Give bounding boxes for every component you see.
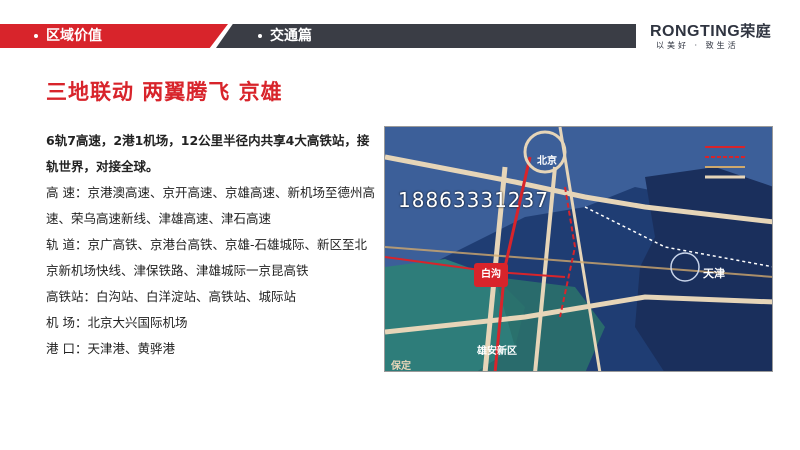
map-label-beijing: 北京 xyxy=(537,156,557,167)
map-graphic xyxy=(385,127,772,371)
line-highways: 高 速：京港澳高速、京开高速、京雄高速、新机场至德州高速、荣乌高速新线、津雄高速… xyxy=(46,185,375,226)
line-ports: 港 口：天津港、黄骅港 xyxy=(46,341,175,356)
map-label-xiongan: 雄安新区 xyxy=(477,346,517,357)
header-section: 区域价值 xyxy=(34,26,102,46)
map-label-baigou: 白沟 xyxy=(474,263,508,287)
brand-name-cn: 荣庭 xyxy=(740,23,772,40)
intro-text: 6轨7高速，2港1机场，12公里半径内共享4大高铁站，接轨世界，对接全球。 xyxy=(46,133,370,174)
brand-logo: RONGTING荣庭 xyxy=(650,20,771,41)
brand-slogan: 以美好 · 致生活 xyxy=(656,41,739,50)
line-rail: 轨 道：京广高铁、京港台高铁、京雄-石雄城际、新区至北京新机场快线、津保铁路、津… xyxy=(46,237,367,278)
page-title: 三地联动 两翼腾飞 京雄 xyxy=(46,80,283,104)
regional-map: 北京 天津 雄安新区 保定 xyxy=(384,126,773,372)
bullet-icon xyxy=(258,34,262,38)
phone-watermark: 18863331237 xyxy=(398,188,549,212)
map-label-tianjin: 天津 xyxy=(703,267,725,280)
transport-text: 6轨7高速，2港1机场，12公里半径内共享4大高铁站，接轨世界，对接全球。 高 … xyxy=(46,128,376,362)
map-label-baoding: 保定 xyxy=(391,361,411,372)
line-airport: 机 场：北京大兴国际机场 xyxy=(46,315,188,330)
line-stations: 高铁站：白沟站、白洋淀站、高铁站、城际站 xyxy=(46,289,297,304)
header-section-label: 区域价值 xyxy=(46,28,102,44)
bullet-icon xyxy=(34,34,38,38)
header-subsection-label: 交通篇 xyxy=(270,28,312,44)
brand-name: RONGTING xyxy=(650,23,741,40)
header-subsection: 交通篇 xyxy=(258,26,312,46)
